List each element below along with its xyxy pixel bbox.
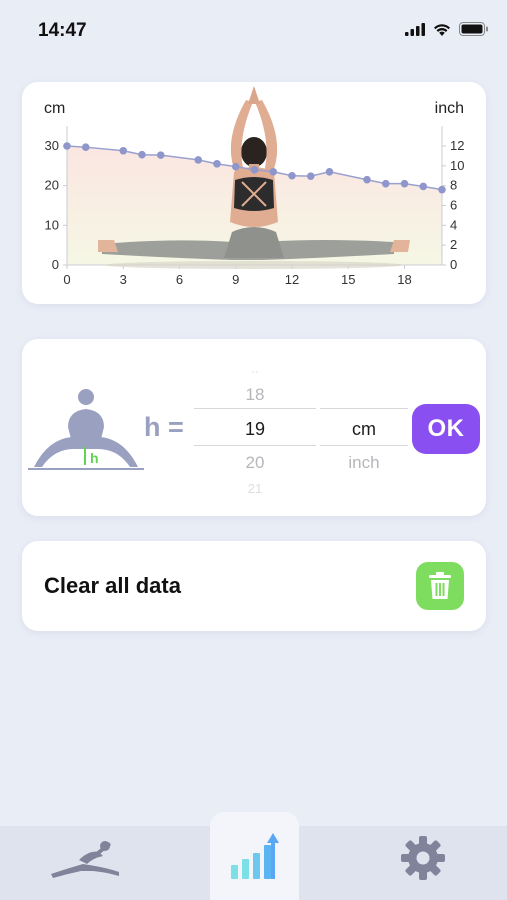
y2-tick-label: 4 (450, 217, 457, 232)
progress-chart-card: cm inch 0 3 6 9 12 15 18 0 10 20 30 0 2 4 6 8 10 12 (22, 82, 486, 304)
battery-icon (459, 22, 488, 36)
stretch-exercise-icon (51, 841, 119, 878)
wifi-icon (434, 23, 450, 36)
data-point (363, 175, 371, 184)
x-tick-label: 15 (341, 272, 355, 287)
stats-chart-icon (230, 833, 279, 879)
data-point (400, 179, 409, 188)
gear-icon (401, 836, 445, 880)
tab-settings[interactable] (378, 828, 468, 888)
y2-tick-label: 12 (450, 138, 464, 153)
measurement-input-card: h h = .. 18 19 20 21 cm inch OK (22, 339, 486, 516)
x-tick-label: 9 (232, 272, 239, 287)
y2-tick-label: 0 (450, 257, 457, 272)
clear-data-button[interactable] (416, 562, 464, 610)
progress-chart: 0 3 6 9 12 15 18 0 10 20 30 0 2 4 6 8 10 12 (45, 86, 464, 287)
y2-tick-label: 10 (450, 158, 464, 173)
data-point (438, 185, 446, 194)
data-point (381, 179, 390, 188)
data-point (81, 143, 90, 151)
x-tick-label: 12 (285, 272, 299, 287)
data-point (231, 162, 240, 171)
clear-all-data-label: Clear all data (44, 573, 181, 598)
picker-faint-below: 21 (247, 481, 263, 496)
unit-picker[interactable]: cm inch (320, 359, 408, 479)
y-tick-label: 20 (45, 178, 59, 193)
data-point (288, 171, 296, 180)
picker-item-above[interactable]: 18 (194, 379, 316, 411)
status-bar: 14:47 (0, 0, 507, 62)
data-point (63, 142, 71, 150)
data-point (250, 166, 259, 174)
data-point (156, 151, 165, 159)
signal-icon (405, 22, 425, 36)
y-tick-label: 30 (45, 138, 59, 153)
y2-tick-label: 2 (450, 237, 457, 252)
data-point (138, 150, 146, 159)
clear-data-card[interactable]: Clear all data (22, 541, 486, 631)
data-point (306, 172, 315, 180)
unit-picker-selected[interactable]: cm (320, 411, 408, 447)
data-point (119, 146, 128, 155)
x-tick-label: 3 (120, 272, 127, 287)
unit-picker-below[interactable]: inch (320, 447, 408, 479)
data-point (419, 182, 428, 191)
picker-item-below[interactable]: 20 (194, 447, 316, 479)
y-tick-label: 10 (45, 217, 59, 232)
trash-icon (429, 572, 451, 599)
y-tick-label: 0 (52, 257, 59, 272)
data-point (194, 156, 203, 164)
data-point (269, 167, 278, 176)
x-tick-label: 18 (397, 272, 411, 287)
status-time: 14:47 (38, 20, 87, 41)
h-equals-label: h = (144, 412, 184, 442)
unit-picker-blank (320, 379, 408, 411)
ok-button[interactable]: OK (412, 404, 480, 454)
data-point (325, 167, 334, 176)
split-height-icon: h (28, 389, 144, 470)
picker-item-selected[interactable]: 19 (194, 411, 316, 447)
y2-tick-label: 8 (450, 178, 457, 193)
picker-faint-above: .. (251, 361, 259, 376)
x-tick-label: 0 (63, 272, 70, 287)
y2-tick-label: 6 (450, 198, 457, 213)
figure-h-label: h (90, 450, 99, 466)
status-icons (405, 22, 489, 36)
unit-picker-spacer (320, 359, 408, 379)
x-tick-label: 6 (176, 272, 183, 287)
number-picker[interactable]: .. 18 19 20 21 (194, 359, 316, 499)
data-point (213, 160, 221, 168)
tab-exercise[interactable] (40, 828, 130, 888)
tab-stats[interactable] (210, 826, 299, 886)
